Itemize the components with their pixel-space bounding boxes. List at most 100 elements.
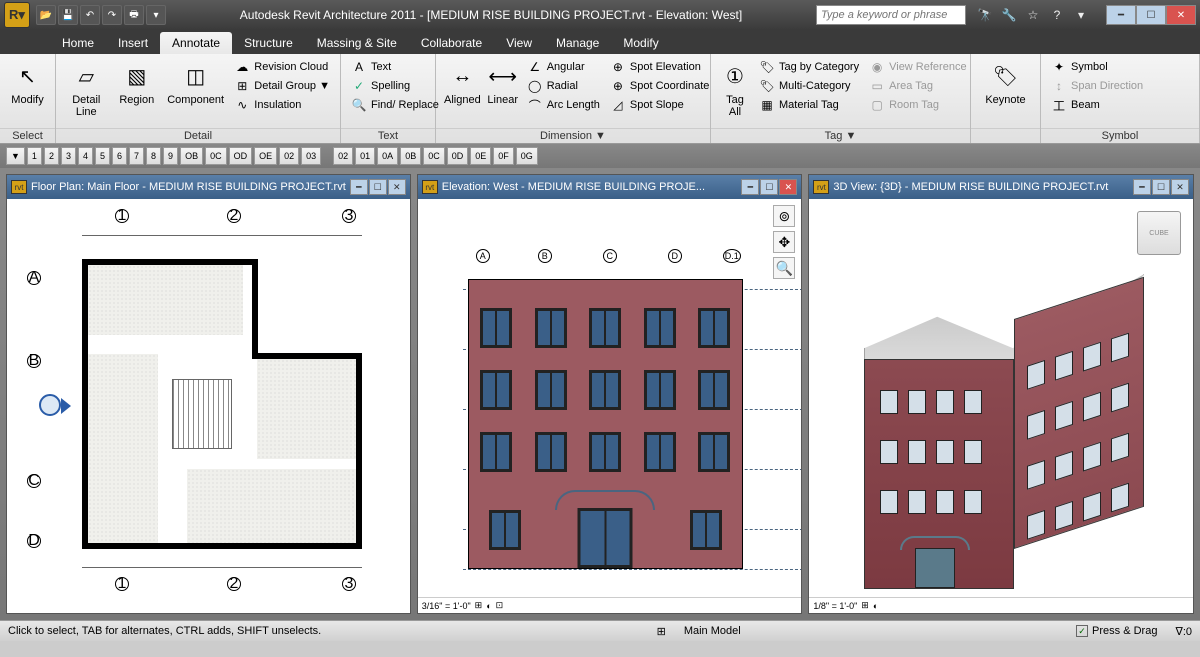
workset-button[interactable]: 0F — [493, 147, 514, 165]
steering-wheel-icon[interactable]: ⊚ — [773, 205, 795, 227]
aligned-button[interactable]: ↔ Aligned — [442, 58, 483, 108]
view-close-button[interactable]: ✕ — [388, 179, 406, 195]
view-control-icon[interactable]: ◐ — [873, 601, 878, 611]
arc-length-button[interactable]: ⌒Arc Length — [523, 96, 604, 114]
view-control-icon[interactable]: ⊞ — [475, 600, 483, 611]
workset-button[interactable]: 0C — [205, 147, 227, 165]
text-button[interactable]: AText — [347, 58, 443, 76]
filter-icon[interactable]: ∇:0 — [1175, 625, 1192, 638]
tab-view[interactable]: View — [494, 32, 544, 54]
star-icon[interactable]: ☆ — [1024, 6, 1042, 24]
tag-all-button[interactable]: ① Tag All — [717, 58, 753, 120]
workset-button[interactable]: 3 — [61, 147, 76, 165]
keynote-button[interactable]: 🏷 Keynote — [977, 58, 1034, 108]
view-close-button[interactable]: ✕ — [779, 179, 797, 195]
tab-modify[interactable]: Modify — [611, 32, 670, 54]
workset-button[interactable]: 5 — [95, 147, 110, 165]
workset-button[interactable]: 0G — [516, 147, 538, 165]
pan-icon[interactable]: ✥ — [773, 231, 795, 253]
spot-slope-button[interactable]: ◿Spot Slope — [606, 96, 714, 114]
tab-manage[interactable]: Manage — [544, 32, 611, 54]
spot-coordinate-button[interactable]: ⊕Spot Coordinate — [606, 77, 714, 95]
view-scale[interactable]: 1/8" = 1'-0" — [813, 601, 857, 611]
help-icon[interactable]: ? — [1048, 6, 1066, 24]
revision-cloud-button[interactable]: ☁Revision Cloud — [230, 58, 334, 76]
view-control-icon[interactable]: ◐ — [486, 601, 491, 611]
component-button[interactable]: ◫ Component — [163, 58, 228, 108]
workset-button[interactable]: 02 — [279, 147, 299, 165]
beam-button[interactable]: 工Beam — [1047, 96, 1147, 114]
binoculars-icon[interactable]: 🔭 — [976, 6, 994, 24]
filter-funnel-icon[interactable]: ▼ — [6, 147, 25, 165]
material-tag-button[interactable]: ▦Material Tag — [755, 96, 863, 114]
view-control-icon[interactable]: ⊡ — [496, 600, 504, 611]
elevation-canvas[interactable]: ⊚ ✥ 🔍 A B C D D.1 — [418, 199, 802, 597]
help-search-input[interactable] — [816, 5, 966, 25]
insulation-button[interactable]: ∿Insulation — [230, 96, 334, 114]
view-titlebar[interactable]: rvt Floor Plan: Main Floor - MEDIUM RISE… — [7, 175, 410, 199]
view-maximize-button[interactable]: ☐ — [1152, 179, 1170, 195]
view-control-icon[interactable]: ⊞ — [861, 600, 869, 611]
spot-elevation-button[interactable]: ⊕Spot Elevation — [606, 58, 714, 76]
workset-button[interactable]: 03 — [301, 147, 321, 165]
tab-annotate[interactable]: Annotate — [160, 32, 232, 54]
workset-button[interactable]: 0E — [470, 147, 491, 165]
workset-icon[interactable]: ⊞ — [657, 625, 666, 638]
close-button[interactable]: ✕ — [1166, 5, 1196, 25]
tab-insert[interactable]: Insert — [106, 32, 160, 54]
qat-more-icon[interactable]: ▾ — [146, 5, 166, 25]
detail-line-button[interactable]: ▱ Detail Line — [62, 58, 111, 120]
workset-button[interactable]: OE — [254, 147, 277, 165]
tab-home[interactable]: Home — [50, 32, 106, 54]
symbol-button[interactable]: ✦Symbol — [1047, 58, 1147, 76]
key-icon[interactable]: 🔧 — [1000, 6, 1018, 24]
detail-group-button[interactable]: ⊞Detail Group ▼ — [230, 77, 334, 95]
linear-button[interactable]: ⟷ Linear — [485, 58, 521, 108]
view-close-button[interactable]: ✕ — [1171, 179, 1189, 195]
main-model-dropdown[interactable]: Main Model — [684, 625, 741, 637]
spelling-button[interactable]: ✓Spelling — [347, 77, 443, 95]
minimize-button[interactable]: ━ — [1106, 5, 1136, 25]
radial-button[interactable]: ◯Radial — [523, 77, 604, 95]
workset-button[interactable]: 0B — [400, 147, 421, 165]
zoom-icon[interactable]: 🔍 — [773, 257, 795, 279]
multi-category-button[interactable]: 🏷Multi-Category — [755, 77, 863, 95]
plan-canvas[interactable]: 1 2 3 1 2 3 A B C D — [7, 199, 410, 613]
dropdown-icon[interactable]: ▾ — [1072, 6, 1090, 24]
qat-undo-icon[interactable]: ↶ — [80, 5, 100, 25]
tag-by-category-button[interactable]: 🏷Tag by Category — [755, 58, 863, 76]
workset-button[interactable]: 9 — [163, 147, 178, 165]
find-replace-button[interactable]: 🔍Find/ Replace — [347, 96, 443, 114]
workset-button[interactable]: 8 — [146, 147, 161, 165]
tab-structure[interactable]: Structure — [232, 32, 305, 54]
workset-button[interactable]: 1 — [27, 147, 42, 165]
qat-redo-icon[interactable]: ↷ — [102, 5, 122, 25]
workset-button[interactable]: OD — [229, 147, 253, 165]
workset-button[interactable]: 0C — [423, 147, 445, 165]
3d-canvas[interactable]: CUBE — [809, 199, 1193, 597]
view-minimize-button[interactable]: ━ — [1133, 179, 1151, 195]
view-maximize-button[interactable]: ☐ — [760, 179, 778, 195]
region-button[interactable]: ▧ Region — [113, 58, 162, 108]
view-scale[interactable]: 3/16" = 1'-0" — [422, 601, 471, 611]
view-minimize-button[interactable]: ━ — [741, 179, 759, 195]
tab-massing[interactable]: Massing & Site — [305, 32, 409, 54]
workset-button[interactable]: OB — [180, 147, 203, 165]
workset-button[interactable]: 4 — [78, 147, 93, 165]
tab-collaborate[interactable]: Collaborate — [409, 32, 494, 54]
view-maximize-button[interactable]: ☐ — [369, 179, 387, 195]
workset-button[interactable]: 6 — [112, 147, 127, 165]
workset-button[interactable]: 0D — [447, 147, 469, 165]
view-titlebar[interactable]: rvt Elevation: West - MEDIUM RISE BUILDI… — [418, 175, 802, 199]
view-minimize-button[interactable]: ━ — [350, 179, 368, 195]
workset-button[interactable]: 0A — [377, 147, 398, 165]
elevation-marker-icon[interactable] — [39, 394, 61, 416]
view-titlebar[interactable]: rvt 3D View: {3D} - MEDIUM RISE BUILDING… — [809, 175, 1193, 199]
workset-button[interactable]: 02 — [333, 147, 353, 165]
workset-button[interactable]: 7 — [129, 147, 144, 165]
workset-button[interactable]: 01 — [355, 147, 375, 165]
app-menu-icon[interactable]: R▾ — [4, 2, 30, 28]
workset-button[interactable]: 2 — [44, 147, 59, 165]
press-drag-toggle[interactable]: ✓ Press & Drag — [1076, 625, 1157, 637]
modify-button[interactable]: ↖ Modify — [6, 58, 49, 108]
